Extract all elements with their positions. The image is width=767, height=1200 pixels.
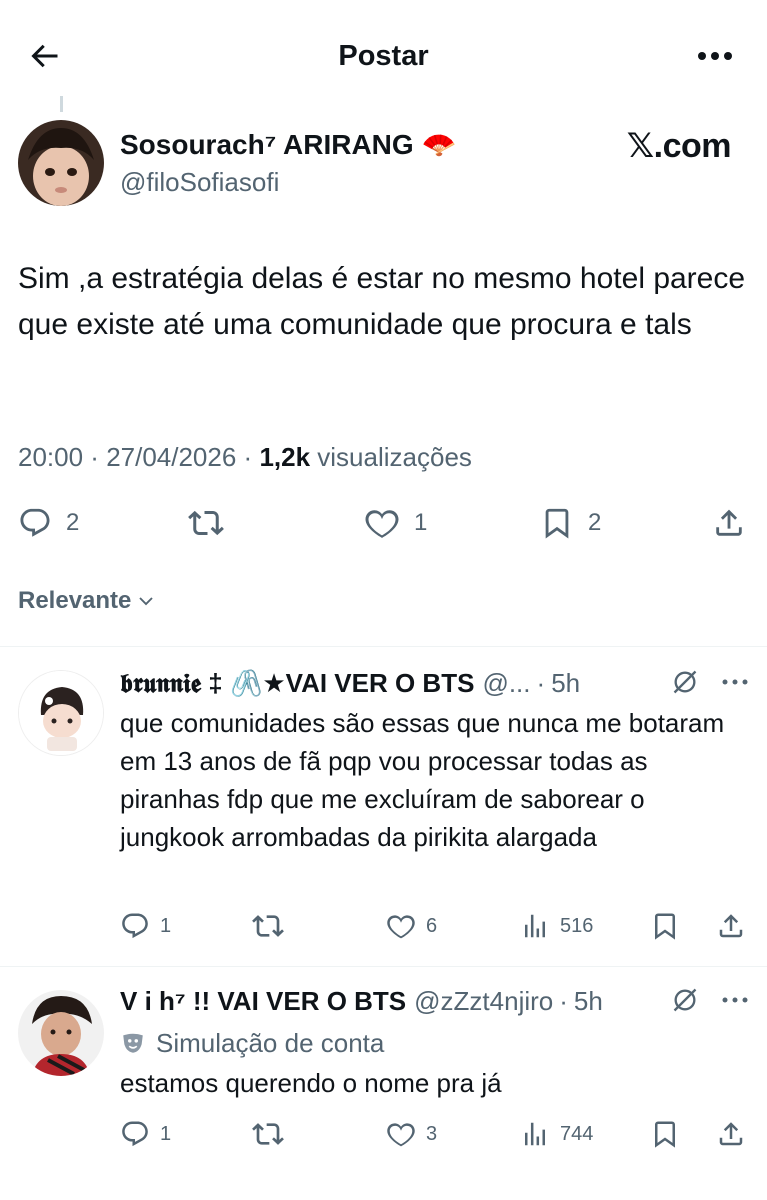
parody-label-text: Simulação de conta — [156, 1028, 385, 1058]
sort-replies-dropdown[interactable]: Relevante — [18, 586, 155, 616]
like-button[interactable]: 1 — [364, 498, 427, 548]
more-icon[interactable] — [721, 996, 749, 1004]
bookmark-icon — [545, 508, 569, 539]
share-icon — [716, 509, 742, 536]
bookmark-button[interactable] — [650, 906, 680, 946]
reply-author-handle[interactable]: @... — [482, 666, 530, 700]
repost-icon — [252, 1123, 284, 1145]
share-button[interactable] — [716, 1114, 746, 1154]
repost-button[interactable] — [252, 906, 294, 946]
reply-time[interactable]: 5h — [551, 666, 580, 700]
reply-action-bar: 1 6 516 — [0, 906, 767, 946]
more-icon[interactable] — [721, 678, 749, 686]
author-avatar[interactable] — [18, 120, 104, 206]
reply-count: 2 — [66, 509, 80, 536]
bookmark-count: 2 — [588, 509, 602, 536]
reply-button[interactable]: 1 — [120, 1114, 171, 1154]
sort-label: Relevante — [18, 587, 132, 614]
reply-icon — [122, 913, 148, 939]
reply-author-name[interactable]: V i h⁷ !! VAI VER O BTS — [120, 984, 406, 1018]
views-icon — [525, 1122, 545, 1146]
bookmark-button[interactable] — [650, 1114, 680, 1154]
more-icon — [698, 52, 732, 60]
reply-tools — [671, 986, 749, 1014]
parody-account-label: Simulação de conta — [120, 1026, 384, 1060]
like-button[interactable]: 6 — [386, 906, 437, 946]
views-button[interactable]: 516 — [520, 906, 593, 946]
more-options-button[interactable] — [693, 36, 737, 76]
repost-button[interactable] — [188, 498, 238, 548]
divider — [0, 646, 767, 647]
author-name[interactable]: Sosourach⁷ ARIRANG 🪭 — [120, 128, 456, 162]
post-text: Sim ,a estratégia delas é estar no mesmo… — [18, 262, 746, 341]
x-watermark: 𝕏.com — [626, 127, 732, 165]
like-icon — [365, 510, 399, 538]
divider — [0, 966, 767, 967]
top-bar: Postar — [0, 0, 767, 110]
bookmark-button[interactable]: 2 — [540, 498, 601, 548]
repost-icon — [188, 510, 224, 536]
parody-mask-icon — [123, 1033, 143, 1053]
reply-text: que comunidades são essas que nunca me b… — [120, 708, 725, 852]
reply-icon — [20, 508, 50, 537]
like-icon — [387, 915, 415, 939]
reply-author-handle[interactable]: @zZzt4njiro — [414, 984, 553, 1018]
bookmark-icon — [655, 1121, 675, 1148]
grok-icon[interactable] — [671, 986, 699, 1014]
reply-author-name[interactable]: 𝖇𝖗𝖚𝖓𝖓𝖎𝖊 ‡ 🖇️★VAI VER O BTS — [120, 666, 474, 700]
author-handle[interactable]: @filoSofiasofi — [120, 166, 279, 198]
reply-time[interactable]: 5h — [574, 984, 603, 1018]
views-label: visualizações — [317, 442, 472, 472]
repost-button[interactable] — [252, 1114, 294, 1154]
post-meta: 20:00 · 27/04/2026 · 1,2k visualizações — [18, 442, 472, 472]
views-button[interactable]: 744 — [520, 1114, 593, 1154]
reply-avatar[interactable] — [18, 990, 104, 1076]
thread-connector — [60, 96, 63, 112]
share-icon — [719, 914, 743, 938]
reply-action-bar: 1 3 744 — [0, 1114, 767, 1154]
reply-button[interactable]: 2 — [18, 498, 79, 548]
post-action-bar: 2 1 2 — [0, 498, 767, 548]
reply-count: 1 — [160, 914, 172, 937]
reply-avatar[interactable] — [18, 670, 104, 756]
views-icon — [525, 914, 545, 938]
repost-icon — [252, 915, 284, 937]
like-count: 6 — [426, 914, 438, 937]
chevron-down-icon — [139, 597, 154, 606]
like-button[interactable]: 3 — [386, 1114, 437, 1154]
reply-button[interactable]: 1 — [120, 906, 171, 946]
like-count: 1 — [414, 509, 428, 536]
post-date: 27/04/2026 — [106, 442, 237, 472]
reply-header: 𝖇𝖗𝖚𝖓𝖓𝖎𝖊 ‡ 🖇️★VAI VER O BTS @... · 5h — [120, 666, 580, 700]
reply-text: estamos querendo o nome pra já — [120, 1068, 502, 1098]
bookmark-icon — [655, 913, 675, 940]
like-count: 3 — [426, 1122, 438, 1145]
views-count: 744 — [560, 1122, 594, 1145]
separator-dot: · — [559, 986, 568, 1016]
views-count: 516 — [560, 914, 594, 937]
views-count[interactable]: 1,2k — [259, 442, 310, 472]
reply-count: 1 — [160, 1122, 172, 1145]
post-time: 20:00 — [18, 442, 84, 472]
separator-dot: · — [536, 668, 546, 698]
reply-header: V i h⁷ !! VAI VER O BTS @zZzt4njiro · 5h — [120, 984, 603, 1018]
reply-icon — [122, 1121, 148, 1147]
share-button[interactable] — [716, 906, 746, 946]
share-icon — [719, 1122, 743, 1146]
grok-icon[interactable] — [671, 668, 699, 696]
like-icon — [387, 1123, 415, 1147]
share-button[interactable] — [712, 498, 746, 548]
page-title: Postar — [338, 40, 429, 72]
reply-tools — [671, 668, 749, 696]
